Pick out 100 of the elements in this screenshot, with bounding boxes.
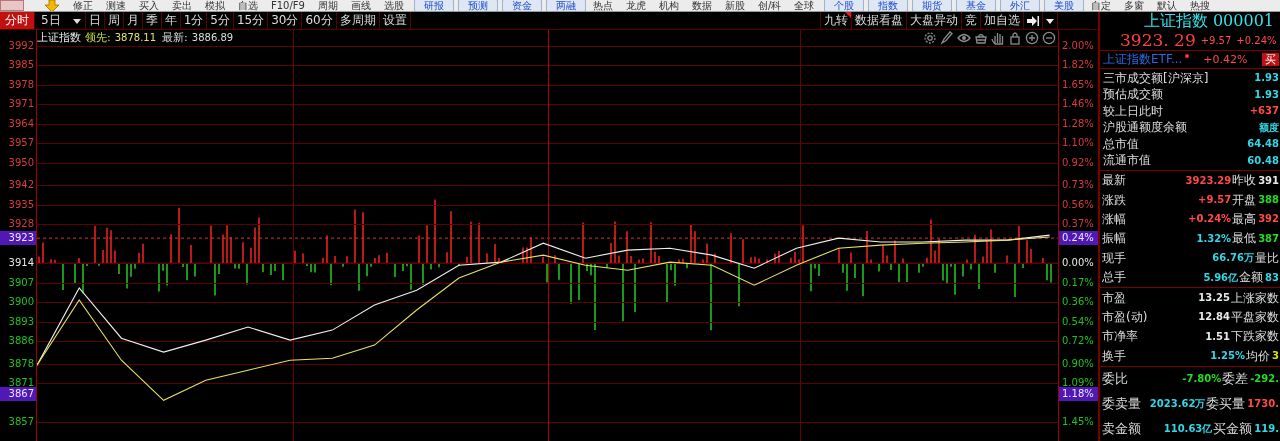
pen-icon[interactable] (940, 31, 954, 45)
toolbar-button[interactable]: 个股 (824, 0, 865, 11)
percent-axis-label: 2.00% (1062, 38, 1094, 53)
toolbar-button[interactable]: 自选 (233, 0, 263, 11)
y-axis-label: 3978 (8, 77, 34, 92)
toolbar-button[interactable]: 外汇 (1000, 0, 1041, 11)
quote-label: 委比 (1102, 371, 1128, 388)
settings-icon[interactable] (923, 31, 937, 45)
period-tab[interactable]: 日 (85, 12, 105, 29)
percent-axis-label: 0.92% (1062, 155, 1094, 170)
toolbar-button[interactable]: 卖出 (167, 0, 197, 11)
stat-label: 较上日此时 (1103, 103, 1163, 119)
toolbar-button[interactable]: 新股 (719, 0, 750, 11)
y-axis-label: 3886 (8, 334, 34, 349)
eye-icon[interactable] (957, 31, 971, 45)
toolbar-button[interactable]: 买入 (134, 0, 164, 11)
hand-icon[interactable] (991, 31, 1005, 45)
toolbar-button[interactable]: 机构 (653, 0, 684, 11)
toolbar-button[interactable]: 多窗 (1119, 0, 1150, 11)
price-marker: 3923 (0, 231, 36, 246)
y-axis-label: 3893 (8, 314, 34, 329)
toolbar-button[interactable]: 热点 (587, 0, 618, 11)
zoom-in-icon[interactable] (1025, 31, 1039, 45)
quote-label: 量比 (1255, 250, 1279, 266)
toolbar-tile-icon[interactable] (0, 0, 24, 11)
period-tab[interactable]: 1分 (180, 12, 208, 29)
toolbar-button[interactable]: 热搜 (1185, 0, 1216, 11)
period-tab[interactable]: 周 (104, 12, 124, 29)
toolbar-button[interactable]: 默认 (1152, 0, 1183, 11)
toolbar-button[interactable]: 创/科 (752, 0, 787, 11)
percent-axis-label: 0.00% (1062, 256, 1094, 271)
toolbar-button[interactable]: 数据 (686, 0, 717, 11)
quote-value: 3 (1271, 349, 1279, 364)
toolbar-button[interactable]: 资金 (501, 0, 542, 11)
stat-label: 总市值 (1103, 136, 1139, 152)
period-tab[interactable]: 多周期 (336, 12, 380, 29)
toolbar-button[interactable]: 龙虎 (620, 0, 651, 11)
percent-axis-label: 0.17% (1062, 275, 1094, 290)
chart-tool-button[interactable]: 数据看盘 (852, 12, 907, 29)
stat-value: 额度 (1259, 120, 1279, 135)
toolbar-button[interactable]: 选股 (378, 0, 409, 11)
percent-axis-label: 1.28% (1062, 116, 1094, 131)
down-arrow-icon[interactable] (44, 0, 60, 11)
toolbar-button[interactable]: 画线 (345, 0, 376, 11)
period-tab[interactable]: 15分 (233, 12, 269, 29)
toolbar-button[interactable]: 模拟 (200, 0, 230, 11)
arrow-to-bar-icon (1027, 15, 1039, 26)
zoom-out-icon[interactable] (1042, 31, 1056, 45)
toolbar-button[interactable]: 两融 (545, 0, 586, 11)
period-tab[interactable]: 季 (142, 12, 162, 29)
period-tab[interactable]: 月 (123, 12, 143, 29)
toolbar-button[interactable]: 全球 (789, 0, 820, 11)
quote-label: 均价 (1246, 348, 1271, 364)
basket-icon[interactable] (974, 31, 988, 45)
quote-value: 1.51 (1204, 329, 1231, 344)
quote-label: 总手 (1102, 270, 1126, 286)
quote-label: 委卖量 (1102, 396, 1141, 413)
caret-icon (1046, 17, 1054, 24)
percent-axis-label: 0.54% (1062, 314, 1094, 329)
toolbar-button[interactable]: 基金 (956, 0, 997, 11)
chart-tool-button[interactable]: 竞 (962, 12, 981, 29)
quote-label: 平盘家数 (1231, 309, 1279, 325)
lock-icon[interactable] (1008, 31, 1022, 45)
chart-tool-button[interactable]: 九转 (820, 12, 852, 29)
toolbar-button[interactable]: 自定 (1086, 0, 1117, 11)
toolbar-button[interactable]: F10/F9 (266, 0, 310, 11)
period-tab[interactable]: 5日 (35, 12, 86, 29)
stat-value: 64.48 (1247, 137, 1279, 152)
quote-label: 最新 (1102, 173, 1126, 189)
alert-dot-icon (1185, 53, 1190, 58)
period-tab[interactable]: 分时 (0, 12, 35, 29)
toolbar-button[interactable]: 测速 (101, 0, 131, 11)
toolbar-button[interactable]: 研报 (413, 0, 454, 11)
toolbar-button[interactable]: 修正 (68, 0, 98, 11)
period-tab[interactable]: 5分 (207, 12, 234, 29)
chart-tool-button[interactable]: 加自选 (981, 12, 1024, 29)
y-axis-label: 3935 (8, 197, 34, 212)
period-tab[interactable]: 60分 (302, 12, 337, 29)
period-tab[interactable]: 30分 (268, 12, 303, 29)
y-axis-label: 3985 (8, 58, 34, 73)
toolbar-button[interactable]: 期货 (912, 0, 953, 11)
period-tab[interactable]: 设置 (379, 12, 411, 29)
toolbar-button[interactable]: 美股 (1044, 0, 1085, 11)
pin-button[interactable] (1024, 12, 1043, 29)
stat-label: 三市成交额[沪深京] (1103, 70, 1209, 86)
y-axis-label: 3900 (8, 295, 34, 310)
toolbar-button[interactable]: 周期 (312, 0, 343, 11)
quote-value: -292. (1249, 372, 1279, 387)
buy-button[interactable]: 买 (1261, 53, 1279, 66)
y-axis-label: 3871 (8, 376, 34, 389)
toolbar-button[interactable]: 指数 (868, 0, 909, 11)
dropdown-button[interactable] (1043, 12, 1058, 29)
etf-link[interactable]: 上证指数ETF... (1103, 51, 1183, 68)
quote-value: 3923.29 (1184, 173, 1232, 188)
toolbar-button[interactable]: 预测 (457, 0, 498, 11)
period-tab[interactable]: 年 (161, 12, 181, 29)
chart-tool-button[interactable]: 大盘异动 (907, 12, 962, 29)
y-axis-label: 3992 (8, 38, 34, 53)
stat-label: 沪股通额度余额 (1103, 120, 1187, 136)
quote-label: 现手 (1102, 250, 1126, 266)
